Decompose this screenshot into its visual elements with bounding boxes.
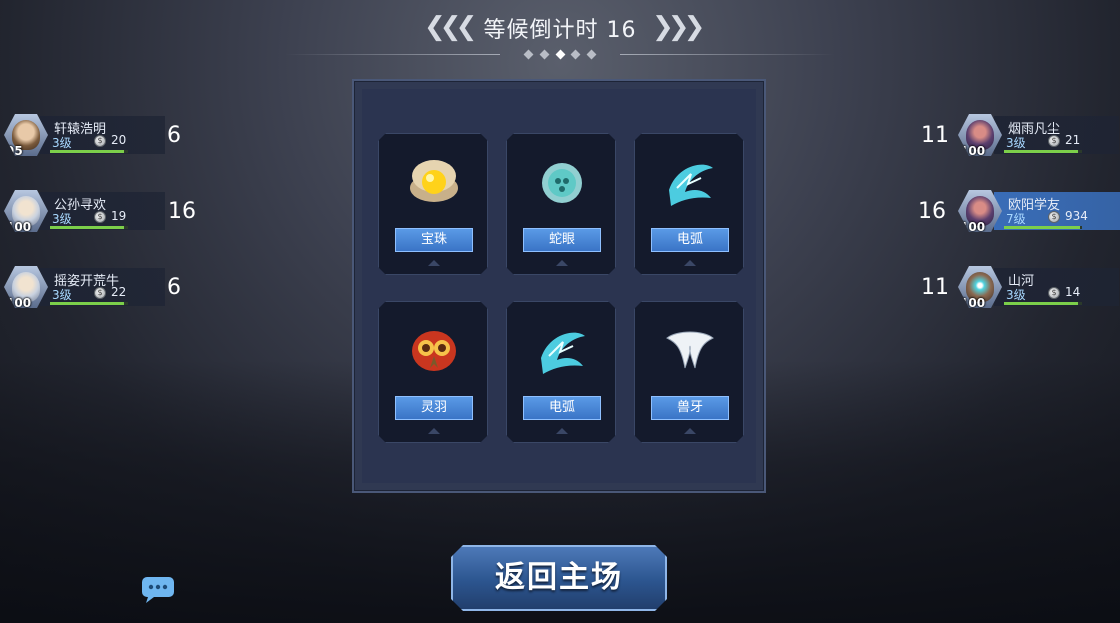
card-tick — [684, 428, 696, 434]
item-label: 兽牙 — [651, 396, 729, 420]
spirit-feather-icon — [412, 331, 456, 371]
player-level: 3级 — [1006, 136, 1026, 150]
player-coins: 20 — [111, 133, 127, 147]
dot-icon — [555, 49, 565, 59]
dot-icon — [523, 49, 534, 59]
player-score: 6 — [167, 275, 181, 300]
xp-bar — [1004, 226, 1082, 229]
player-score: 16 — [918, 199, 946, 224]
coin-icon: $ — [94, 135, 106, 147]
beast-fang-icon — [666, 331, 714, 369]
player-score: 16 — [168, 199, 196, 224]
coin-icon: $ — [94, 211, 106, 223]
item-label: 宝珠 — [395, 228, 473, 252]
chat-bubble-icon[interactable] — [140, 575, 176, 605]
player-level: 7级 — [1006, 212, 1026, 226]
countdown-title: 等候倒计时 16 — [483, 18, 637, 43]
player-score: 6 — [167, 123, 181, 148]
player-coins: 14 — [1065, 285, 1081, 299]
snake-eye-icon — [542, 163, 582, 203]
xp-bar — [50, 302, 128, 305]
item-card-5[interactable]: 电弧 — [506, 301, 616, 443]
player-hp: 100 — [960, 220, 986, 234]
item-card-4[interactable]: 灵羽 — [378, 301, 488, 443]
player-card-left-1[interactable]: 95 轩辕浩明 3级 $ 20 — [4, 114, 165, 158]
player-hp: 100 — [6, 220, 32, 234]
title-divider-right — [620, 54, 835, 55]
player-level: 3级 — [1006, 288, 1026, 302]
xp-bar — [50, 226, 128, 229]
player-score: 11 — [921, 275, 949, 300]
player-coins: 934 — [1065, 209, 1088, 223]
player-level: 3级 — [52, 288, 72, 302]
chevrons-right-icon: ❯❯❯ — [652, 12, 705, 42]
electric-arc-icon — [541, 332, 585, 374]
card-tick — [684, 260, 696, 266]
coin-icon: $ — [94, 287, 106, 299]
card-tick — [428, 260, 440, 266]
player-card-left-2[interactable]: 100 公孙寻欢 3级 $ 19 — [4, 190, 165, 234]
item-label: 灵羽 — [395, 396, 473, 420]
card-tick — [428, 428, 440, 434]
xp-bar — [1004, 302, 1082, 305]
item-card-1[interactable]: 宝珠 — [378, 133, 488, 275]
item-label: 电弧 — [523, 396, 601, 420]
dot-icon — [570, 49, 581, 59]
player-hp: 100 — [6, 296, 32, 310]
item-selection-board: 宝珠 蛇眼 电弧 灵羽 电弧 兽牙 — [352, 79, 766, 493]
player-coins: 21 — [1065, 133, 1081, 147]
player-coins: 19 — [111, 209, 127, 223]
coin-icon: $ — [1048, 287, 1060, 299]
player-hp: 95 — [6, 144, 23, 158]
item-card-6[interactable]: 兽牙 — [634, 301, 744, 443]
player-coins: 22 — [111, 285, 127, 299]
card-tick — [556, 428, 568, 434]
coin-icon: $ — [1048, 135, 1060, 147]
item-card-3[interactable]: 电弧 — [634, 133, 744, 275]
player-level: 3级 — [52, 136, 72, 150]
item-label: 电弧 — [651, 228, 729, 252]
dot-icon — [586, 49, 597, 59]
countdown-header: ❮❮❮ 等候倒计时 16 ❯❯❯ — [0, 0, 1120, 70]
item-card-2[interactable]: 蛇眼 — [506, 133, 616, 275]
pearl-icon — [410, 160, 458, 202]
electric-arc-icon — [669, 164, 713, 206]
card-tick — [556, 260, 568, 266]
coin-icon: $ — [1048, 211, 1060, 223]
player-level: 3级 — [52, 212, 72, 226]
item-label: 蛇眼 — [523, 228, 601, 252]
player-card-left-3[interactable]: 100 摇姿开荒牛 3级 $ 22 — [4, 266, 165, 310]
player-hp: 100 — [960, 144, 986, 158]
player-card-right-2-self[interactable]: 100 欧阳学友 7级 $ 934 — [958, 190, 1120, 234]
player-score: 11 — [921, 123, 949, 148]
page-dots — [523, 48, 597, 60]
return-to-lobby-button[interactable]: 返回主场 — [451, 545, 667, 611]
player-hp: 100 — [960, 296, 986, 310]
dot-icon — [539, 49, 550, 59]
title-divider-left — [285, 54, 500, 55]
xp-bar — [50, 150, 128, 153]
xp-bar — [1004, 150, 1082, 153]
player-card-right-1[interactable]: 100 烟雨凡尘 3级 $ 21 — [958, 114, 1119, 158]
player-card-right-3[interactable]: 100 山河 3级 $ 14 — [958, 266, 1119, 310]
